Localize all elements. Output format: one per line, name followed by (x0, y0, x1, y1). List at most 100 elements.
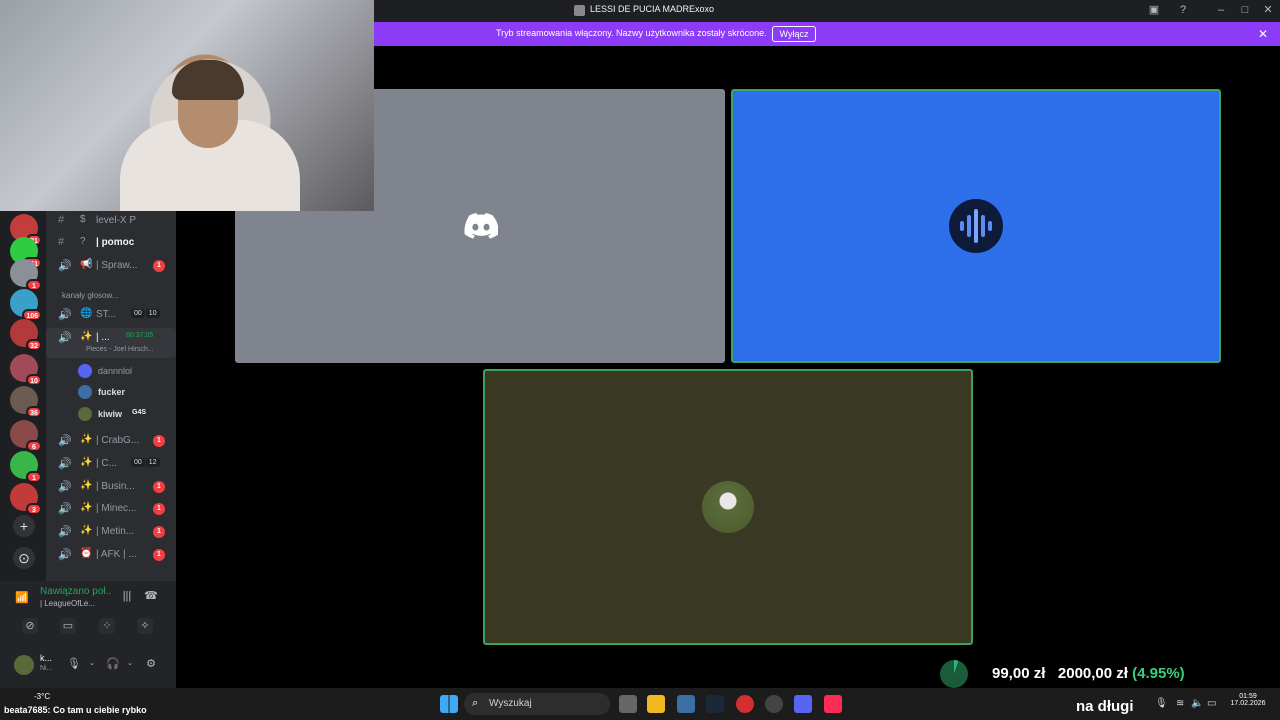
voice-channel[interactable]: 🔊 ✨ | ... 60:37:05 Pieces - Joel Hirsch... (46, 328, 176, 358)
noise-suppression-icon[interactable]: ||| (119, 588, 135, 604)
text-channel[interactable]: #? | pomoc (46, 233, 176, 253)
channel-name: ST... (96, 309, 117, 320)
channel-name: | CrabG... (96, 435, 140, 446)
participant-tile-speaking[interactable] (731, 89, 1221, 363)
user-avatar[interactable] (14, 655, 34, 675)
voice-user[interactable]: kiwiw G4S (76, 405, 176, 423)
start-icon[interactable] (440, 695, 458, 713)
headphones-icon[interactable]: 🎧 (105, 656, 121, 672)
opera-icon[interactable] (736, 695, 754, 713)
disable-streamer-mode-button[interactable]: Wyłącz (772, 26, 816, 42)
settings-gear-icon[interactable]: ⚙ (143, 656, 159, 672)
category-label: kanały głosow... (62, 291, 119, 300)
app-icon[interactable] (765, 695, 783, 713)
add-server-icon[interactable]: + (13, 515, 35, 537)
server-icon[interactable]: 6 (10, 420, 42, 452)
close-window-button[interactable]: ✕ (1261, 3, 1275, 17)
chat-username: beata7685 (4, 705, 48, 715)
discord-taskbar-icon[interactable] (794, 695, 812, 713)
user-name: k... (40, 653, 53, 663)
channel-emoji-icon: 📢 (80, 259, 93, 270)
search-icon: ⌕ (472, 697, 479, 709)
server-icon[interactable]: 32 (10, 319, 42, 351)
signal-icon[interactable]: 📶 (14, 590, 30, 606)
microphone-tray-icon[interactable]: 🎙 (1155, 698, 1168, 709)
activities-icon[interactable]: ⁘ (99, 618, 115, 634)
disconnect-icon[interactable]: ☎ (143, 588, 159, 604)
channel-emoji-icon: ✨ (80, 502, 93, 513)
server-icon[interactable]: 3 (10, 483, 42, 515)
weather-widget[interactable]: -3°C (34, 692, 50, 701)
goal-current: 99,00 zł (992, 665, 1046, 682)
voice-channel-name[interactable]: | LeagueOfLe... (40, 599, 95, 608)
server-mention-badge: 3 (26, 503, 42, 515)
microphone-icon[interactable]: 🎙 (66, 656, 82, 672)
minimize-button[interactable]: – (1214, 3, 1228, 17)
server-icon[interactable]: 1 (10, 259, 42, 291)
camera-off-icon[interactable]: ⊘ (22, 618, 38, 634)
user-avatar (78, 407, 92, 421)
channel-name: level-X P (96, 215, 137, 226)
screen-share-icon[interactable]: ▭ (60, 618, 76, 634)
voice-user-count: 00 12 (131, 458, 160, 467)
voice-channel[interactable]: 🔊 🌐 ST... 00 10 (46, 305, 176, 325)
voice-channel[interactable]: 🔊 ✨ | Minec... 1 (46, 499, 176, 519)
server-icon[interactable]: 10 (10, 354, 42, 386)
channel-badge: 1 (153, 435, 165, 447)
store-icon[interactable] (677, 695, 695, 713)
channel-emoji-icon: ✨ (80, 331, 93, 342)
chevron-down-icon[interactable]: ⌄ (84, 656, 100, 672)
file-explorer-icon[interactable] (647, 695, 665, 713)
volume-icon[interactable]: 🔈 (1191, 698, 1203, 709)
taskbar-clock[interactable]: 01:59 17.02.2026 (1228, 693, 1268, 707)
chevron-down-icon[interactable]: ⌄ (122, 656, 138, 672)
help-icon[interactable]: ? (1176, 3, 1190, 17)
voice-channel[interactable]: 🔊 📢 | Spraw... 1 (46, 256, 176, 276)
voice-channel[interactable]: 🔊 ✨ | Busin... 1 (46, 477, 176, 497)
donation-goal-overlay: 99,00 zł 2000,00 zł (4.95%) (940, 660, 1230, 688)
stream-overlay-tagline: na długi (1076, 698, 1134, 715)
discover-icon[interactable]: ⊙ (13, 547, 35, 569)
wifi-icon[interactable]: ≋ (1176, 698, 1184, 709)
streamer-webcam (0, 0, 374, 211)
voice-channel[interactable]: 🔊 ✨ | CrabG... 1 (46, 431, 176, 451)
channel-category[interactable]: kanały głosow... (46, 287, 176, 307)
user-avatar (78, 364, 92, 378)
channel-emoji-icon: ✨ (80, 434, 93, 445)
banner-text: Tryb streamowania włączony. Nazwy użytko… (496, 28, 767, 38)
steam-icon[interactable] (706, 695, 724, 713)
server-icon[interactable]: 1 (10, 451, 42, 483)
channel-emoji-icon: ? (80, 236, 86, 247)
channel-badge: 1 (153, 526, 165, 538)
channel-name: | Busin... (96, 481, 135, 492)
task-view-icon[interactable] (619, 695, 637, 713)
server-icon[interactable]: 36 (10, 386, 42, 418)
speaker-icon: 🔊 (58, 481, 72, 493)
voice-timer: 60:37:05 (126, 332, 154, 339)
voice-channel[interactable]: 🔊 ✨ | Metin... 1 (46, 522, 176, 542)
server-mention-badge: 6 (26, 440, 42, 452)
goal-text: 99,00 zł 2000,00 zł (4.95%) (992, 665, 1185, 682)
voice-channel[interactable]: 🔊 ✨ | C... 00 12 (46, 454, 176, 474)
banner-close-icon[interactable]: ✕ (1258, 27, 1268, 41)
soundboard-icon[interactable]: ✧ (137, 618, 153, 634)
voice-user-name: kiwiw (98, 409, 123, 419)
server-icon[interactable]: 106 (10, 289, 42, 321)
goal-target: 2000,00 zł (1057, 665, 1128, 682)
battery-icon[interactable]: ▭ (1207, 698, 1216, 709)
channel-emoji-icon: ✨ (80, 525, 93, 536)
text-channel[interactable]: # $ level-X P (46, 211, 176, 231)
voice-user[interactable]: fucker (76, 383, 176, 401)
channel-badge: 1 (153, 481, 165, 493)
inbox-icon[interactable]: ▣ (1147, 3, 1161, 17)
channel-name: | Minec... (96, 503, 137, 514)
participant-tile-speaking-2[interactable] (483, 369, 973, 645)
maximize-button[interactable]: □ (1238, 3, 1252, 17)
taskbar-search[interactable]: ⌕ Wyszukaj (464, 693, 610, 715)
voice-channel[interactable]: 🔊 ⏰ | AFK | ... 1 (46, 545, 176, 565)
hashtag-icon: # (58, 236, 65, 248)
search-placeholder: Wyszukaj (489, 698, 532, 709)
participant-avatar (702, 481, 754, 533)
tiktok-icon[interactable] (824, 695, 842, 713)
voice-user[interactable]: dannnlol (76, 362, 176, 380)
